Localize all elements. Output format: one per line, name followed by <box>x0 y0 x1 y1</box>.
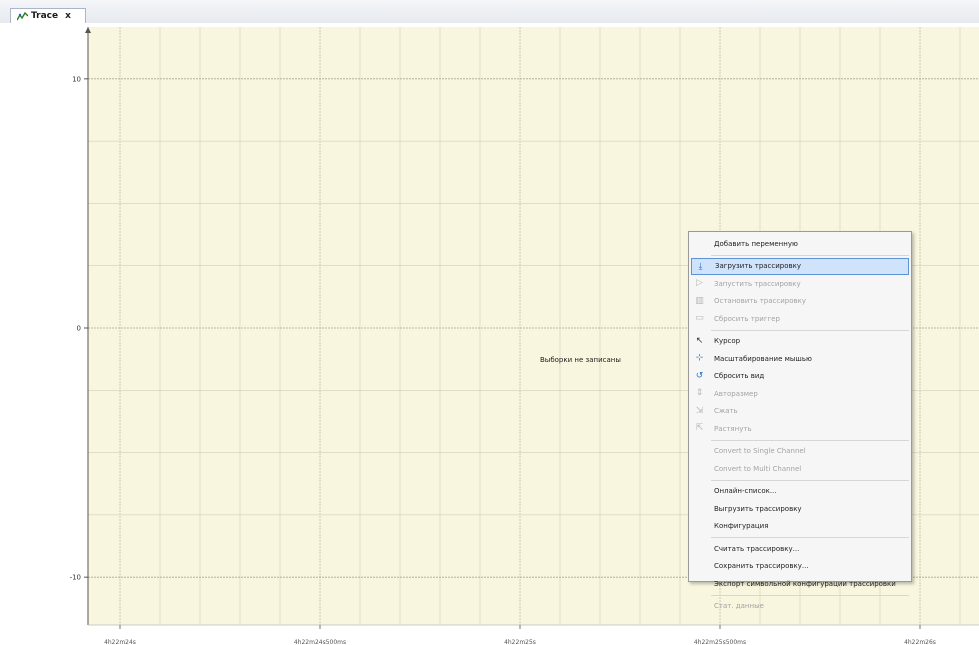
menu-item-label: Курсор <box>714 337 741 346</box>
menu-item-label: Авторазмер <box>714 389 758 398</box>
menu-item-label: Сбросить вид <box>714 372 765 381</box>
menu-separator <box>711 479 909 481</box>
menu-item[interactable]: Convert to Single Channel <box>691 443 909 461</box>
stretch-icon: ⇱ <box>695 423 704 433</box>
menu-item-label: Экспорт символьной конфигурации трассиро… <box>714 579 896 588</box>
menu-item[interactable]: Сохранить трассировку... <box>691 558 909 576</box>
menu-item-label: Выгрузить трассировку <box>714 504 802 513</box>
menu-item[interactable]: ▭ Сбросить триггер <box>691 310 909 328</box>
stop-icon: ▥ <box>695 295 704 306</box>
menu-separator <box>711 439 909 441</box>
menu-item[interactable]: Онлайн-список... <box>691 483 909 501</box>
x-tick-label: 4h22m24s <box>104 639 136 645</box>
trace-icon <box>17 11 28 20</box>
menu-item[interactable]: ▷ Запустить трассировку <box>691 275 909 293</box>
menu-item-label: Запустить трассировку <box>714 279 801 288</box>
menu-item[interactable]: ⇱ Растянуть <box>691 420 909 438</box>
menu-item[interactable]: ⇲ Сжать <box>691 403 909 421</box>
x-tick-label: 4h22m24s500ms <box>294 639 346 645</box>
menu-item[interactable]: Считать трассировку... <box>691 540 909 558</box>
close-icon[interactable]: x <box>65 11 71 21</box>
menu-item[interactable]: ▥ Остановить трассировку <box>691 293 909 311</box>
menu-item[interactable]: ⤓ Загрузить трассировку <box>691 257 909 275</box>
menu-item[interactable]: Экспорт символьной конфигурации трассиро… <box>691 575 909 593</box>
document-tab-strip: Trace x <box>0 0 979 24</box>
menu-item[interactable]: ⊹ Масштабирование мышью <box>691 350 909 368</box>
menu-item-label: Загрузить трассировку <box>715 262 802 271</box>
menu-item-label: Остановить трассировку <box>714 297 806 306</box>
menu-item-label: Растянуть <box>714 424 752 433</box>
menu-item[interactable]: ⇕ Авторазмер <box>691 385 909 403</box>
menu-separator <box>711 594 909 596</box>
autosize-icon: ⇕ <box>695 388 704 398</box>
menu-separator <box>711 537 909 538</box>
menu-item[interactable]: Добавить переменную <box>691 235 909 253</box>
play-icon: ▷ <box>696 278 703 288</box>
menu-item-label: Конфигурация <box>714 522 769 531</box>
reset-trigger-icon: ▭ <box>695 313 704 323</box>
menu-item[interactable]: Стат. данные <box>691 598 909 616</box>
reset-view-icon: ↺ <box>695 370 704 381</box>
menu-item-label: Стат. данные <box>714 602 764 611</box>
y-tick-label: 0 <box>77 325 81 333</box>
menu-separator <box>711 329 909 331</box>
tab-trace[interactable]: Trace x <box>10 8 86 23</box>
x-tick-label: 4h22m26s <box>904 639 936 645</box>
menu-item[interactable]: Конфигурация <box>691 518 909 536</box>
menu-item[interactable]: Convert to Multi Channel <box>691 460 909 478</box>
x-tick-label: 4h22m25s <box>504 639 536 645</box>
empty-plot-message: Выборки не записаны <box>540 356 621 364</box>
y-tick-label: 10 <box>72 75 81 83</box>
download-trace-icon: ⤓ <box>698 261 703 272</box>
cursor-icon: ↖ <box>695 335 704 346</box>
menu-item-label: Convert to Single Channel <box>714 447 806 456</box>
y-tick-label: -10 <box>70 574 81 582</box>
mouse-zoom-icon: ⊹ <box>695 353 704 363</box>
menu-item-label: Добавить переменную <box>714 239 798 248</box>
menu-item-label: Convert to Multi Channel <box>714 464 802 473</box>
context-menu: Добавить переменную ⤓ Загрузить трассировк… <box>688 231 912 610</box>
menu-item[interactable]: Выгрузить трассировку <box>691 500 909 518</box>
tab-title: Trace <box>31 11 59 21</box>
menu-separator <box>711 254 909 256</box>
menu-item-label: Сбросить триггер <box>714 314 780 323</box>
compress-icon: ⇲ <box>695 405 704 416</box>
menu-item-label: Сжать <box>714 407 738 416</box>
menu-item-label: Онлайн-список... <box>714 487 777 496</box>
menu-item[interactable]: ↺ Сбросить вид <box>691 368 909 386</box>
menu-item-label: Сохранить трассировку... <box>714 562 809 571</box>
menu-item-label: Масштабирование мышью <box>714 354 812 363</box>
menu-item[interactable]: ↖ Курсор <box>691 333 909 351</box>
menu-item-label: Считать трассировку... <box>714 544 800 553</box>
x-tick-label: 4h22m25s500ms <box>694 639 746 645</box>
